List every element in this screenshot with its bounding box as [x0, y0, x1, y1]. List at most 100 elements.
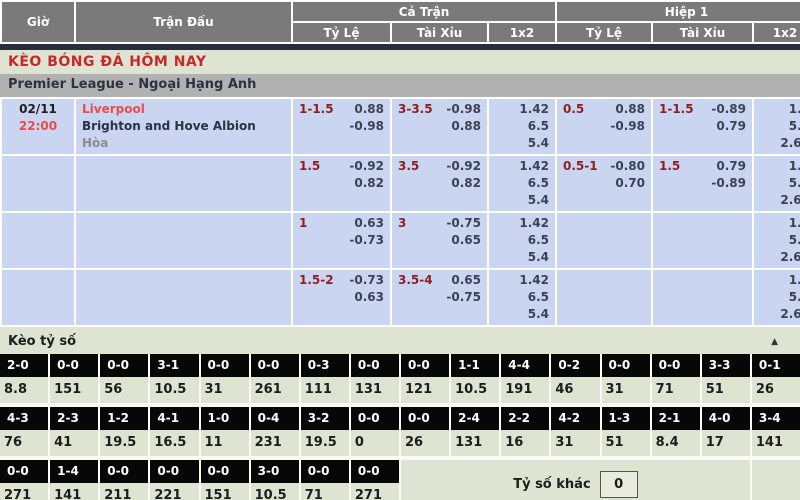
h1-1x2-value: 5.4	[760, 232, 800, 249]
ft-1x2-cell[interactable]: 1.426.55.4	[489, 156, 555, 211]
col-header-ft-1x2: 1x2	[489, 23, 555, 42]
h1-1x2-cell[interactable]: 1.95.42.69	[754, 213, 800, 268]
h1-overunder-cell[interactable]: 1.50.79-0.89	[653, 156, 752, 211]
ft-handicap-cell[interactable]: 1.5-0.920.82	[293, 156, 390, 211]
score-cell[interactable]: 0-00	[351, 407, 399, 456]
score-odd-value: 271	[351, 483, 399, 500]
score-cell[interactable]: 2-216	[501, 407, 549, 456]
score-cell[interactable]: 3-010.5	[251, 460, 299, 500]
ft-overunder-cell[interactable]: 3.5-0.920.82	[392, 156, 487, 211]
league-header[interactable]: Premier League - Ngoại Hạng Anh	[0, 74, 800, 97]
score-odd-value: 261	[251, 377, 299, 403]
score-odd-value: 31	[602, 377, 650, 403]
score-cell[interactable]: 0-071	[652, 354, 700, 403]
score-cell[interactable]: 3-351	[702, 354, 750, 403]
score-value: 4-3	[0, 407, 48, 430]
h1-1x2-value: 5.4	[760, 289, 800, 306]
score-value: 2-0	[0, 354, 48, 377]
score-odd-value: 0	[351, 430, 399, 456]
h1-overunder-under-odd: 0.79	[716, 118, 746, 135]
score-cell[interactable]: 0-0121	[401, 354, 449, 403]
col-header-h1-overunder: Tài Xỉu	[653, 23, 752, 42]
ft-1x2-cell[interactable]: 1.426.55.4	[489, 99, 555, 154]
score-cell[interactable]: 4-4191	[501, 354, 549, 403]
ft-handicap-under-odd: -0.98	[349, 118, 384, 135]
h1-overunder-cell[interactable]	[653, 270, 752, 325]
ft-overunder-over-odd: -0.92	[446, 158, 481, 175]
score-cell[interactable]: 2-18.4	[652, 407, 700, 456]
score-cell[interactable]: 0-0151	[201, 460, 249, 500]
odds-table: 02/1122:00LiverpoolBrighton and Hove Alb…	[0, 97, 800, 327]
score-odd-value: 19.5	[100, 430, 148, 456]
score-cell[interactable]: 0-056	[100, 354, 148, 403]
ft-1x2-value: 5.4	[495, 249, 549, 266]
score-cell[interactable]: 2-4131	[451, 407, 499, 456]
score-cell[interactable]: 3-219.5	[301, 407, 349, 456]
score-cell[interactable]: 2-341	[50, 407, 98, 456]
h1-overunder-cell[interactable]	[653, 213, 752, 268]
ft-1x2-value: 5.4	[495, 192, 549, 209]
score-cell[interactable]: 2-08.8	[0, 354, 48, 403]
score-value: 1-1	[451, 354, 499, 377]
score-value: 3-2	[301, 407, 349, 430]
ft-handicap-cell[interactable]: 1-1.50.88-0.98	[293, 99, 390, 154]
score-value: 2-3	[50, 407, 98, 430]
score-cell[interactable]: 0-0271	[351, 460, 399, 500]
h1-1x2-cell[interactable]: 1.95.42.69	[754, 156, 800, 211]
score-cell[interactable]: 1-011	[201, 407, 249, 456]
score-cell[interactable]: 0-0131	[351, 354, 399, 403]
col-header-fulltime: Cả Trận	[293, 2, 555, 21]
ft-1x2-cell[interactable]: 1.426.55.4	[489, 270, 555, 325]
h1-1x2-cell[interactable]: 1.95.42.69	[754, 99, 800, 154]
ft-overunder-cell[interactable]: 3-0.750.65	[392, 213, 487, 268]
score-cell[interactable]: 0-0261	[251, 354, 299, 403]
h1-handicap-cell[interactable]: 0.50.88-0.98	[557, 99, 651, 154]
score-cell[interactable]: 0-0151	[50, 354, 98, 403]
h1-handicap-cell[interactable]	[557, 213, 651, 268]
score-value: 1-2	[100, 407, 148, 430]
score-value: 0-0	[50, 354, 98, 377]
score-cell[interactable]: 0-0221	[150, 460, 198, 500]
ft-overunder-under-odd: 0.88	[451, 118, 481, 135]
score-cell[interactable]: 1-219.5	[100, 407, 148, 456]
ft-overunder-line: 3	[398, 215, 406, 232]
score-cell[interactable]: 0-0211	[100, 460, 148, 500]
score-cell[interactable]: 0-031	[201, 354, 249, 403]
ft-overunder-cell[interactable]: 3.5-40.65-0.75	[392, 270, 487, 325]
ft-1x2-cell[interactable]: 1.426.55.4	[489, 213, 555, 268]
score-cell[interactable]: 4-017	[702, 407, 750, 456]
score-cell[interactable]: 3-4141	[752, 407, 800, 456]
h1-1x2-cell[interactable]: 1.95.42.69	[754, 270, 800, 325]
collapse-arrow-icon[interactable]: ▲	[771, 337, 778, 347]
h1-handicap-cell[interactable]	[557, 270, 651, 325]
score-value: 2-4	[451, 407, 499, 430]
score-cell[interactable]: 1-351	[602, 407, 650, 456]
score-cell[interactable]: 0-031	[602, 354, 650, 403]
score-cell[interactable]: 0-126	[752, 354, 800, 403]
score-cell[interactable]: 0-246	[551, 354, 599, 403]
score-odd-value: 16.5	[150, 430, 198, 456]
score-cell[interactable]: 0-3111	[301, 354, 349, 403]
score-cell[interactable]: 0-071	[301, 460, 349, 500]
col-header-firsthalf: Hiệp 1	[557, 2, 800, 21]
score-cell[interactable]: 4-231	[551, 407, 599, 456]
score-cell[interactable]: 1-110.5	[451, 354, 499, 403]
score-value: 0-0	[351, 407, 399, 430]
ft-overunder-cell[interactable]: 3-3.5-0.980.88	[392, 99, 487, 154]
h1-handicap-under-odd: -0.98	[610, 118, 645, 135]
score-cell[interactable]: 3-110.5	[150, 354, 198, 403]
h1-handicap-cell[interactable]: 0.5-1-0.800.70	[557, 156, 651, 211]
h1-overunder-line: 1-1.5	[659, 101, 694, 118]
ft-handicap-cell[interactable]: 10.63-0.73	[293, 213, 390, 268]
score-odd-value: 76	[0, 430, 48, 456]
score-cell[interactable]: 0-4231	[251, 407, 299, 456]
score-cell[interactable]: 0-026	[401, 407, 449, 456]
score-cell[interactable]: 0-0271	[0, 460, 48, 500]
score-cell[interactable]: 1-4141	[50, 460, 98, 500]
ft-handicap-cell[interactable]: 1.5-2-0.730.63	[293, 270, 390, 325]
score-cell[interactable]: 4-376	[0, 407, 48, 456]
odds-header-table: Giờ Trận Đấu Cả Trận Hiệp 1 Tỷ Lệ Tài Xỉ…	[0, 0, 800, 44]
score-cell[interactable]: 4-116.5	[150, 407, 198, 456]
h1-overunder-cell[interactable]: 1-1.5-0.890.79	[653, 99, 752, 154]
other-score-input[interactable]: 0	[600, 471, 638, 498]
